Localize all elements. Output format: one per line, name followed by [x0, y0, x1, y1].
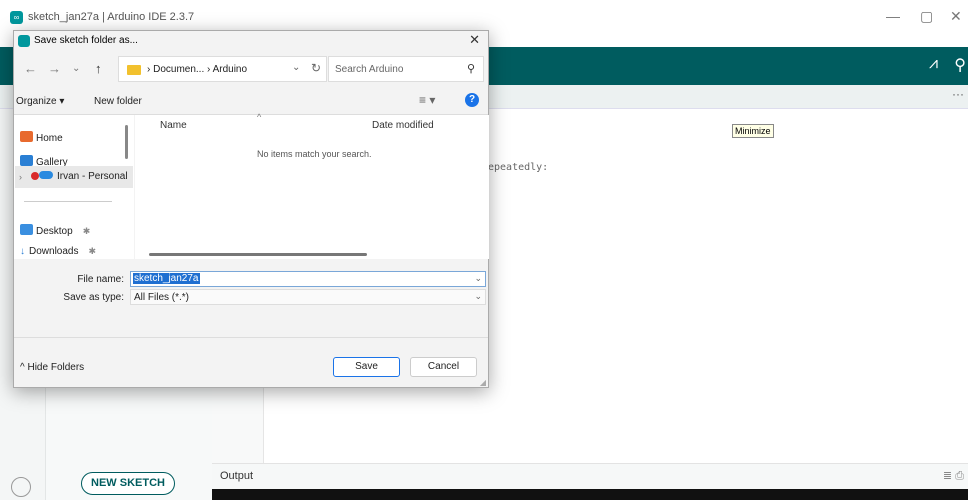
recent-locations-icon[interactable]: ⌄: [72, 63, 80, 74]
folder-icon: [127, 65, 141, 75]
navigation-pane: Home Gallery › Irvan - Personal Desktop ✱…: [14, 115, 134, 259]
save-as-type-value: All Files (*.*): [134, 292, 190, 303]
column-header-name[interactable]: Name: [160, 120, 187, 131]
cancel-button[interactable]: Cancel: [410, 357, 477, 377]
onedrive-cloud-icon: [39, 171, 53, 179]
account-icon[interactable]: [11, 477, 31, 497]
file-name-input[interactable]: sketch_jan27a ⌄: [130, 271, 486, 287]
file-name-label: File name:: [77, 274, 124, 285]
desktop-icon: [20, 224, 33, 235]
serial-plotter-icon[interactable]: ⩘: [929, 55, 938, 73]
chevron-down-icon[interactable]: ⌄: [474, 291, 482, 302]
more-tabs-icon[interactable]: ···: [952, 87, 964, 101]
download-icon: ↓: [20, 246, 25, 257]
dialog-titlebar: Save sketch folder as... ✕: [14, 31, 488, 51]
minimize-tooltip: Minimize: [732, 124, 774, 138]
close-icon[interactable]: ✕: [469, 32, 480, 48]
new-folder-button[interactable]: New folder: [94, 96, 142, 107]
save-button[interactable]: Save: [333, 357, 400, 377]
minimize-window-button[interactable]: —: [886, 8, 900, 24]
nav-item-onedrive[interactable]: › Irvan - Personal: [15, 166, 133, 188]
dialog-title: Save sketch folder as...: [34, 35, 138, 46]
organize-button[interactable]: Organize ▾: [16, 96, 64, 107]
chevron-up-icon: ^: [20, 362, 25, 373]
dialog-footer: ^ Hide Folders Save Cancel ◢: [14, 337, 488, 389]
chevron-down-icon[interactable]: ⌄: [474, 273, 482, 284]
save-sketch-dialog: Save sketch folder as... ✕ ← → ⌄ ↑ › Doc…: [13, 30, 489, 388]
search-placeholder: Search Arduino: [335, 64, 404, 75]
address-path[interactable]: › Documen... › Arduino: [147, 64, 247, 75]
nav-scrollbar[interactable]: [125, 125, 128, 159]
chevron-right-icon[interactable]: ›: [19, 172, 22, 182]
resize-grip-icon[interactable]: ◢: [480, 378, 486, 387]
back-icon[interactable]: ←: [24, 61, 37, 76]
up-icon[interactable]: ↑: [95, 61, 102, 76]
new-sketch-button[interactable]: NEW SKETCH: [81, 472, 175, 495]
forward-icon[interactable]: →: [48, 61, 61, 76]
output-tabbar: Output ≣ ⎙: [212, 463, 968, 489]
window-title: sketch_jan27a | Arduino IDE 2.3.7: [28, 11, 195, 23]
dialog-command-bar: Organize ▾ New folder ≡ ▾ ?: [14, 87, 488, 115]
divider: [24, 201, 112, 202]
close-window-button[interactable]: ✕: [950, 8, 962, 25]
output-tab[interactable]: Output: [220, 470, 253, 482]
arduino-logo-icon: [18, 35, 30, 47]
sync-error-icon: [31, 172, 39, 180]
file-name-value: sketch_jan27a: [133, 273, 200, 284]
save-as-type-label: Save as type:: [63, 292, 124, 303]
search-input[interactable]: Search Arduino ⚲: [328, 56, 484, 82]
search-icon[interactable]: ⚲: [467, 62, 475, 75]
save-as-type-select[interactable]: All Files (*.*) ⌄: [130, 289, 486, 305]
dialog-navbar: ← → ⌄ ↑ › Documen... › Arduino ⌄ ↻ Searc…: [14, 51, 488, 87]
sort-ascending-icon: ^: [257, 112, 262, 122]
help-icon[interactable]: ?: [465, 93, 479, 107]
output-options-icon[interactable]: ≣ ⎙: [943, 469, 964, 483]
file-list-pane: ^ Name Date modified No items match your…: [135, 112, 489, 259]
column-header-date-modified[interactable]: Date modified: [372, 120, 434, 131]
gallery-icon: [20, 155, 33, 166]
pin-icon[interactable]: ✱: [88, 246, 96, 256]
output-console: [212, 489, 968, 500]
nav-item-downloads[interactable]: ↓ Downloads ✱: [20, 246, 96, 257]
serial-monitor-icon[interactable]: ⚲: [954, 55, 966, 75]
empty-message: No items match your search.: [257, 149, 372, 159]
hide-folders-button[interactable]: ^ Hide Folders: [20, 362, 84, 373]
view-options-icon[interactable]: ≡ ▾: [419, 93, 435, 107]
maximize-window-button[interactable]: ▢: [920, 8, 933, 25]
nav-item-home[interactable]: Home: [20, 131, 63, 144]
code-text: epeatedly:: [488, 162, 549, 173]
address-bar[interactable]: › Documen... › Arduino ⌄ ↻: [118, 56, 327, 82]
pin-icon[interactable]: ✱: [83, 226, 91, 236]
nav-item-desktop[interactable]: Desktop ✱: [20, 224, 90, 237]
pane-divider: [14, 259, 488, 271]
chevron-down-icon[interactable]: ⌄: [292, 62, 300, 73]
horizontal-scrollbar[interactable]: [149, 253, 367, 256]
refresh-icon[interactable]: ↻: [311, 61, 321, 75]
home-icon: [20, 131, 33, 142]
arduino-logo-icon: ∞: [10, 11, 23, 24]
